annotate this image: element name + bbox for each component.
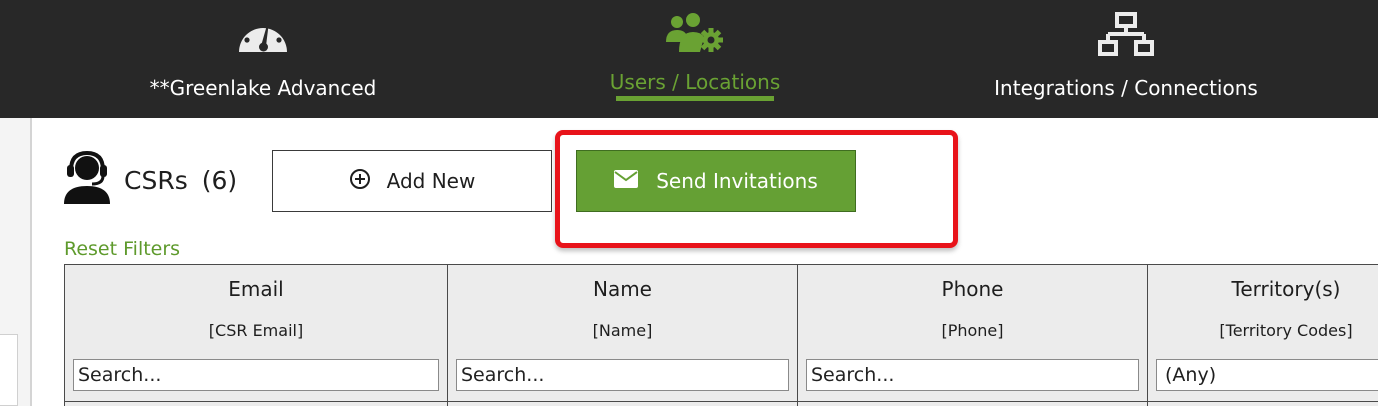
column-subheader-phone: [Phone] — [941, 321, 1004, 340]
highlight-annotation-box — [555, 130, 958, 248]
top-nav-bar: **Greenlake Advanced Users / Locations I… — [0, 0, 1378, 118]
network-icon — [1098, 12, 1154, 62]
column-subheader-email: [CSR Email] — [208, 321, 304, 340]
column-header-phone[interactable]: Phone — [798, 277, 1147, 301]
csr-table: Email [CSR Email] Name [Name] Phone [Pho… — [64, 264, 1378, 406]
column-subheader-name: [Name] — [592, 321, 653, 340]
column-email: Email [CSR Email] — [65, 265, 448, 406]
column-header-name[interactable]: Name — [448, 277, 797, 301]
phone-search-input[interactable] — [806, 359, 1139, 391]
column-name: Name [Name] — [448, 265, 798, 406]
column-header-territory[interactable]: Territory(s) — [1148, 277, 1378, 301]
column-header-email[interactable]: Email — [65, 277, 447, 301]
nav-label-integrations-connections: Integrations / Connections — [994, 76, 1258, 100]
section-title-text: CSRs — [124, 166, 188, 195]
add-new-button[interactable]: Add New — [272, 150, 552, 212]
add-new-label: Add New — [386, 169, 476, 193]
email-search-input[interactable] — [73, 359, 439, 391]
nav-item-integrations-connections[interactable]: Integrations / Connections — [980, 0, 1272, 118]
nav-item-greenlake-advanced[interactable]: **Greenlake Advanced — [130, 0, 396, 118]
header-row-divider — [65, 401, 1378, 402]
territory-select-value: (Any) — [1165, 364, 1217, 386]
users-gear-icon — [665, 12, 725, 58]
nav-label-users-locations: Users / Locations — [609, 70, 781, 94]
dashboard-gauge-icon — [237, 12, 289, 58]
territory-select[interactable]: (Any) — [1156, 359, 1378, 391]
nav-item-users-locations[interactable]: Users / Locations — [560, 0, 830, 118]
headset-user-icon — [62, 150, 112, 210]
column-phone: Phone [Phone] — [798, 265, 1148, 406]
column-territory: Territory(s) [Territory Codes] (Any) — [1148, 265, 1378, 406]
nav-label-greenlake-advanced: **Greenlake Advanced — [149, 76, 377, 100]
name-search-input[interactable] — [456, 359, 789, 391]
plus-circle-icon — [349, 168, 387, 195]
section-count: (6) — [201, 166, 238, 195]
section-title: CSRs (6) — [124, 166, 237, 195]
sidebar-toggle-tab[interactable] — [0, 334, 18, 406]
active-tab-underline — [616, 96, 774, 101]
column-subheader-territory: [Territory Codes] — [1219, 321, 1353, 340]
reset-filters-link[interactable]: Reset Filters — [64, 238, 180, 260]
